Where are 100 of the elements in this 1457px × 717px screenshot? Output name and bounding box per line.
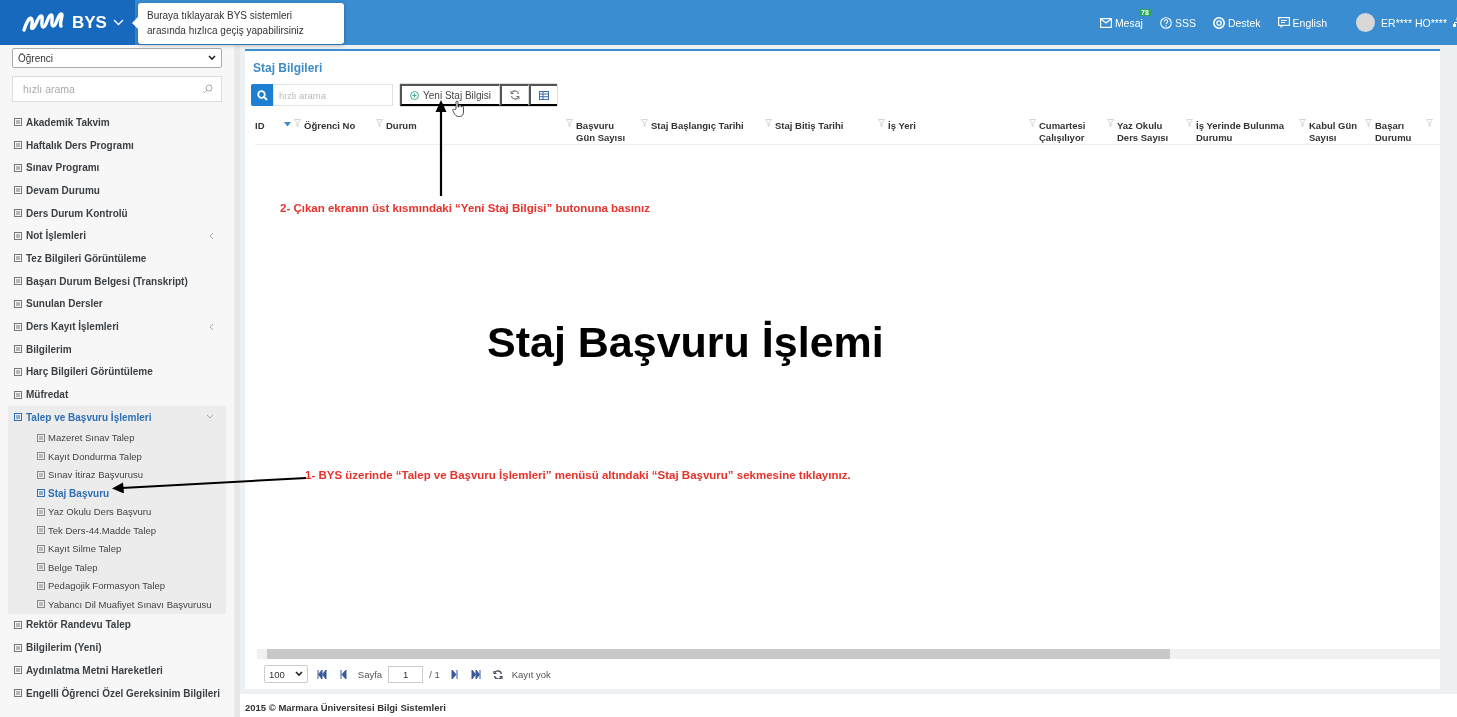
filter-icon[interactable] <box>1186 119 1193 127</box>
chevron-down-icon <box>208 55 216 61</box>
next-page-icon[interactable] <box>448 669 459 679</box>
submenu-item[interactable]: Kayıt Dondurma Talep <box>8 447 226 466</box>
column-header[interactable]: Yaz Okulu Ders Sayısı <box>1117 114 1196 144</box>
column-header[interactable]: Durum <box>386 114 576 144</box>
panel-title[interactable]: Staj Bilgileri <box>253 61 1440 75</box>
submenu-item[interactable]: Staj Başvuru <box>8 484 226 503</box>
page-icon <box>37 544 45 553</box>
page-icon <box>14 254 22 263</box>
app-name[interactable]: BYS <box>72 12 107 33</box>
filter-icon[interactable] <box>376 119 383 127</box>
sidebar-item[interactable]: Tez Bilgileri Görüntüleme <box>8 247 226 270</box>
instruction-text[interactable]: 1- BYS üzerinde “Talep ve Başvuru İşlemleri” menüsü altındaki “Staj Başvuru” sekmesine tıklayınız. <box>305 469 851 481</box>
page-icon <box>14 209 22 218</box>
header-link[interactable]: English <box>1277 8 1336 29</box>
filter-icon[interactable] <box>1426 119 1433 127</box>
record-status[interactable]: Kayıt yok <box>511 668 551 680</box>
filter-icon[interactable] <box>878 119 885 127</box>
new-record-button[interactable]: Yeni Staj Bilgisi <box>400 84 500 106</box>
columns-button[interactable] <box>529 84 557 106</box>
refresh-button[interactable] <box>500 84 529 106</box>
role-select[interactable]: Öğrenci <box>12 48 222 68</box>
sidebar-item[interactable]: Devam Durumu <box>8 179 226 202</box>
column-header[interactable]: Cumartesi Çalışılıyor <box>1039 114 1117 144</box>
user-name[interactable]: ER**** HO**** <box>1381 16 1447 29</box>
submenu-item[interactable]: Yabancı Dil Muafiyet Sınavı Başvurusu <box>8 595 226 614</box>
page-icon <box>37 507 45 516</box>
sidebar-item[interactable]: Sınav Programı <box>8 156 226 180</box>
refresh-icon[interactable] <box>492 669 503 679</box>
page-icon <box>37 563 45 572</box>
question-circle-icon <box>1159 16 1172 29</box>
sidebar-item[interactable]: Ders Durum Kontrolü <box>8 201 226 225</box>
page-input[interactable]: 1 <box>388 665 424 683</box>
refresh-icon <box>510 90 520 100</box>
page-total[interactable]: / 1 <box>429 668 440 680</box>
column-header[interactable]: Başarı Durumu <box>1375 114 1436 144</box>
page-label[interactable]: Sayfa <box>357 668 383 680</box>
search-button[interactable] <box>251 84 273 106</box>
page-icon <box>37 526 45 535</box>
column-header[interactable]: Kabul Gün Sayısı <box>1309 114 1375 144</box>
column-header[interactable]: İş Yerinde Bulunma Durumu <box>1196 114 1309 144</box>
envelope-icon <box>1099 17 1112 28</box>
page-size-select[interactable]: 100 <box>264 665 308 683</box>
sidebar-item[interactable]: Bilgilerim (Yeni) <box>8 636 226 659</box>
sidebar-item[interactable]: Harç Bilgileri Görüntüleme <box>8 360 226 384</box>
sidebar-item[interactable]: Müfredat <box>8 383 226 406</box>
avatar[interactable] <box>1356 13 1376 32</box>
sidebar-item[interactable]: Not İşlemleri <box>8 224 226 248</box>
chevron-left-icon[interactable] <box>208 322 214 331</box>
last-page-icon[interactable] <box>470 669 481 679</box>
submenu-item[interactable]: Tek Ders-44.Madde Talep <box>8 521 226 540</box>
logo-icon[interactable] <box>22 11 66 34</box>
page-icon <box>37 600 45 609</box>
sidebar-item[interactable]: Aydınlatma Metni Hareketleri <box>8 659 226 682</box>
column-header[interactable]: Staj Bitiş Tarihi <box>775 114 888 144</box>
page-icon <box>14 413 22 422</box>
sidebar-item[interactable]: Akademik Takvim <box>8 111 226 134</box>
sidebar-item[interactable]: Talep ve Başvuru İşlemleri <box>8 405 226 429</box>
column-header[interactable]: Öğrenci No <box>304 114 386 144</box>
filter-icon[interactable] <box>641 119 648 127</box>
overlay-heading[interactable]: Staj Başvuru İşlemi <box>487 318 884 367</box>
header-link[interactable]: SSS <box>1159 8 1204 29</box>
sort-arrow-icon[interactable] <box>284 122 291 127</box>
footer-text[interactable]: 2015 © Marmara Üniversitesi Bilgi Sistemleri <box>240 694 1457 717</box>
filter-icon[interactable] <box>1029 119 1036 127</box>
plus-circle-icon <box>410 90 419 100</box>
sidebar-item[interactable]: Sunulan Dersler <box>8 292 226 316</box>
page-icon <box>14 163 22 172</box>
page-icon <box>14 689 22 698</box>
column-header[interactable]: Başvuru Gün Sayısı <box>576 114 651 144</box>
previous-page-icon[interactable] <box>338 669 349 679</box>
sidebar-item[interactable]: Ders Kayıt İşlemleri <box>8 315 226 338</box>
search-icon <box>256 89 268 101</box>
column-header[interactable]: Staj Başlangıç Tarihi <box>651 114 775 144</box>
submenu-item[interactable]: Belge Talep <box>8 558 226 577</box>
filter-icon[interactable] <box>1365 119 1372 127</box>
filter-icon[interactable] <box>1107 119 1114 127</box>
sidebar-item[interactable]: Başarı Durum Belgesi (Transkript) <box>8 269 226 293</box>
page-icon <box>14 277 22 286</box>
page-icon <box>37 470 45 479</box>
instruction-text[interactable]: 2- Çıkan ekranın üst kısmındaki “Yeni Staj Bilgisi” butonuna basınız <box>280 202 650 214</box>
filter-icon[interactable] <box>765 119 772 127</box>
chevron-down-icon[interactable] <box>112 19 124 26</box>
sidebar-item[interactable]: Engelli Öğrenci Özel Gereksinim Bilgileri <box>8 681 226 705</box>
filter-icon[interactable] <box>1299 119 1306 127</box>
column-header[interactable]: ID <box>255 114 304 144</box>
first-page-icon[interactable] <box>316 669 327 679</box>
chevron-down-icon <box>294 671 303 677</box>
search-icon <box>203 84 213 94</box>
hand-cursor-icon <box>452 100 465 117</box>
page-icon <box>14 299 22 308</box>
scrollbar[interactable] <box>257 649 1440 659</box>
chevron-left-icon[interactable] <box>208 231 214 240</box>
filter-icon[interactable] <box>566 119 573 127</box>
sidebar-item[interactable]: Bilgilerim <box>8 337 226 361</box>
sidebar-item[interactable]: Haftalık Ders Programı <box>8 133 226 157</box>
header-link[interactable]: Destek <box>1212 8 1269 29</box>
column-header[interactable]: İş Yeri <box>888 114 1039 144</box>
sidebar-item[interactable]: Rektör Randevu Talep <box>8 613 226 637</box>
